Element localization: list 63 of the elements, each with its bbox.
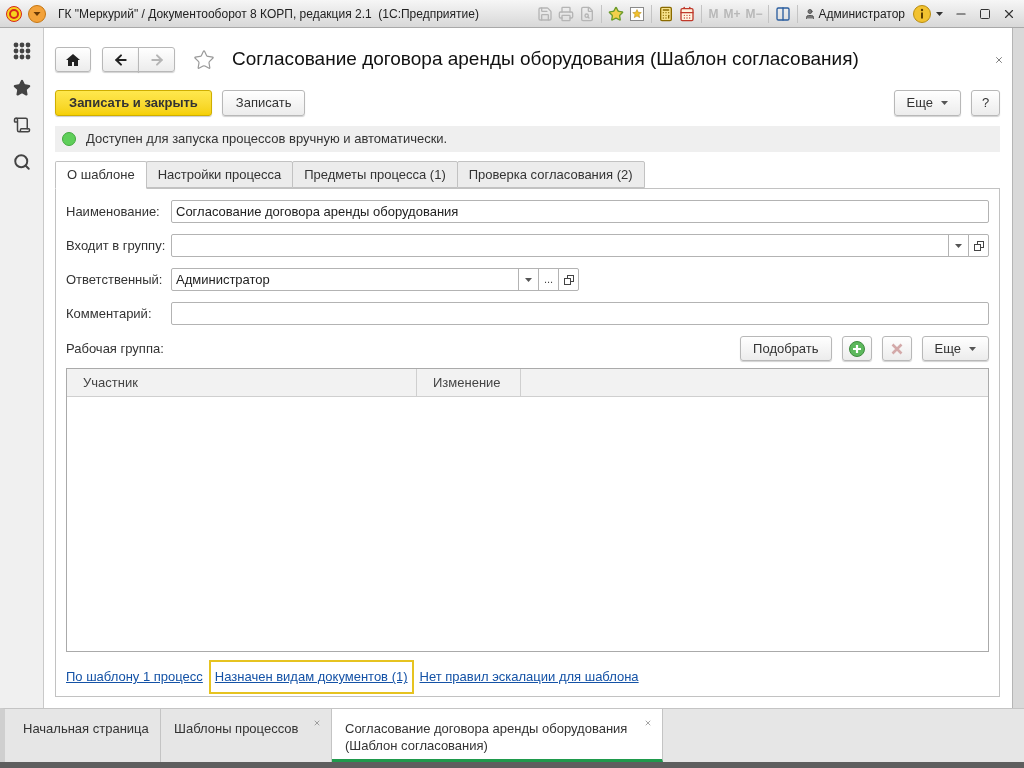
window-tab[interactable]: Согласование договора аренды оборудования (Шаблон согласования) [332,709,663,762]
link[interactable]: Нет правил эскалации для шаблона [419,667,639,687]
caret-icon [955,243,962,248]
plus-circle-icon [848,340,865,357]
input-field[interactable] [171,302,989,325]
tab[interactable]: Настройки процесса [145,161,294,188]
caret-icon [936,11,943,16]
link[interactable]: Назначен видам документов (1) [208,660,414,694]
field-label: Наименование: [66,202,161,221]
save-and-close-button[interactable]: Записать и закрыть [55,90,212,116]
caret-icon [941,101,948,105]
grid-menu-icon[interactable] [12,42,31,60]
tab[interactable]: О шаблоне [55,161,147,189]
calendar-icon[interactable] [679,5,696,22]
section-label: Рабочая группа: [66,339,164,358]
caret-icon [969,346,976,351]
field-label: Комментарий: [66,304,153,323]
form-title: Согласование договора аренды оборудования (Шаблон согласования) [232,47,859,72]
pick-button[interactable]: Подобрать [740,336,832,361]
tab[interactable]: Проверка согласования (2) [456,161,645,188]
delete-x-icon [890,342,903,355]
window-title: ГК "Меркурий" / Документооборот 8 КОРП, редакция 2.1 (1С:Предприятие) [58,5,479,23]
link[interactable]: По шаблону 1 процесс [66,667,203,687]
field-label: Входит в группу: [66,236,167,255]
home-button[interactable] [55,47,91,72]
input-field[interactable]: Согласование договора аренды оборудования [171,200,989,223]
window-tab-label: Начальная страница [23,720,150,737]
caret-icon [525,277,532,282]
logo-icon [6,5,22,22]
open-window-icon [973,240,984,251]
panel-icon[interactable] [775,5,792,22]
help-button[interactable]: ? [971,90,1000,116]
column-header[interactable]: Участник [67,369,417,396]
maximize-icon[interactable] [979,7,991,20]
calculator-icon[interactable] [658,5,675,22]
more-button[interactable]: Еще [921,336,989,361]
search-icon[interactable] [12,153,31,171]
star-icon[interactable] [608,5,625,22]
choose-button[interactable]: ... [538,268,559,291]
info-icon[interactable] [913,4,931,23]
user-name[interactable]: Администратор [818,4,905,23]
scroll-icon[interactable] [12,116,31,134]
field-label: Ответственный: [66,270,164,289]
favorite-star-icon[interactable] [193,48,215,71]
star-square-icon[interactable] [629,5,646,22]
favorites-icon[interactable] [12,79,31,97]
menu-caret-icon[interactable] [28,4,46,23]
window-tab-label: Шаблоны процессов [174,720,300,737]
input-field[interactable] [171,234,949,257]
open-button[interactable] [968,234,989,257]
user-icon [804,7,817,20]
save-button[interactable]: Записать [221,90,306,116]
more-button[interactable]: Еще [893,90,961,116]
home-icon [66,53,80,66]
column-header[interactable]: Изменение [417,369,521,396]
add-button[interactable] [841,336,872,361]
window-tab-label: Согласование договора аренды оборудования (Шаблон согласования) [345,720,629,754]
status-text: Доступен для запуска процессов вручную и автоматически. [86,130,448,149]
back-button[interactable] [102,47,139,72]
input-field[interactable]: Администратор [171,268,519,291]
open-window-icon [563,274,574,285]
open-button[interactable] [558,268,579,291]
tab[interactable]: Предметы процесса (1) [292,161,458,188]
